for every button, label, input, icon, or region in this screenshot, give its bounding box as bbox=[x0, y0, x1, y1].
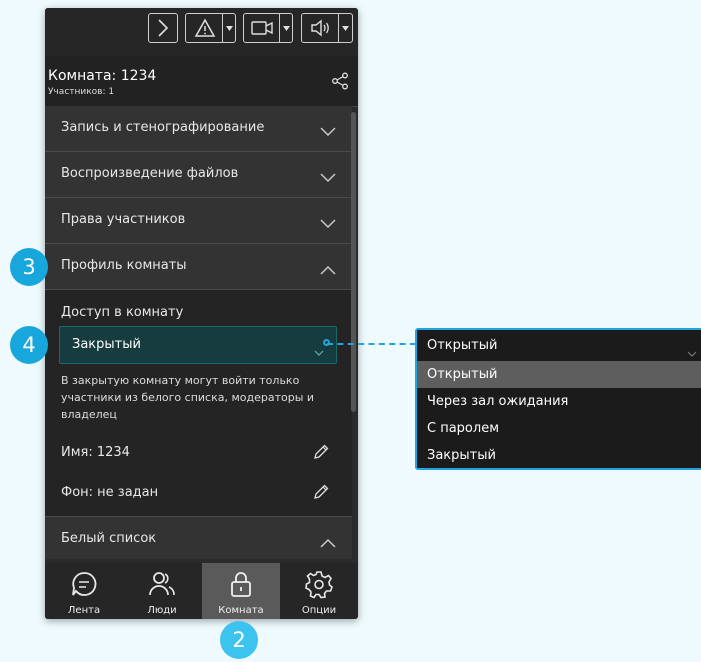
section-participant-rights[interactable]: Права участников bbox=[45, 198, 352, 244]
people-icon bbox=[123, 569, 201, 599]
access-dropdown[interactable]: Открытый Открытый Через зал ожидания С п… bbox=[415, 328, 701, 470]
option-label: Закрытый bbox=[427, 448, 496, 463]
nav-label: Люди bbox=[147, 605, 177, 616]
dropdown-option-password[interactable]: С паролем bbox=[417, 415, 701, 442]
chevron-up-icon bbox=[320, 533, 336, 552]
option-label: С паролем bbox=[427, 421, 499, 436]
room-background: Фон: не задан bbox=[61, 485, 159, 500]
speaker-button[interactable] bbox=[301, 13, 353, 43]
section-file-playback[interactable]: Воспроизведение файлов bbox=[45, 152, 352, 198]
section-label: Воспроизведение файлов bbox=[61, 166, 239, 181]
room-name: Имя: 1234 bbox=[61, 445, 130, 460]
bottom-nav: Лента Люди Комната Опции bbox=[45, 563, 358, 619]
chevron-up-icon bbox=[320, 260, 336, 279]
callout-badge-3: 3 bbox=[10, 248, 48, 286]
speaker-icon bbox=[310, 19, 332, 37]
warning-button[interactable] bbox=[185, 13, 236, 43]
callout-badge-4: 4 bbox=[10, 326, 48, 364]
settings-scroll[interactable]: Запись и стенографирование Воспроизведен… bbox=[45, 106, 358, 559]
dropdown-selected: Открытый bbox=[427, 338, 498, 353]
section-label: Права участников bbox=[61, 212, 186, 227]
section-white-list[interactable]: Белый список bbox=[45, 516, 352, 559]
access-select[interactable]: Закрытый bbox=[59, 326, 337, 364]
section-label: Белый список bbox=[61, 531, 157, 546]
warning-icon bbox=[194, 18, 216, 38]
edit-name-icon[interactable] bbox=[312, 443, 330, 465]
nav-feed[interactable]: Лента bbox=[45, 563, 123, 619]
connector-line bbox=[327, 343, 416, 345]
warning-caret[interactable] bbox=[222, 14, 235, 42]
nav-people[interactable]: Люди bbox=[123, 563, 201, 619]
camera-caret[interactable] bbox=[279, 14, 292, 42]
nav-label: Комната bbox=[218, 605, 264, 616]
dropdown-option-closed[interactable]: Закрытый bbox=[417, 442, 701, 468]
dropdown-header[interactable]: Открытый bbox=[417, 330, 701, 361]
section-room-profile[interactable]: Профиль комнаты bbox=[45, 244, 352, 290]
option-label: Открытый bbox=[427, 367, 498, 382]
chevron-down-icon bbox=[320, 214, 336, 233]
lock-icon bbox=[202, 569, 280, 599]
section-label: Запись и стенографирование bbox=[61, 120, 265, 135]
gear-icon bbox=[280, 569, 358, 599]
chevron-down-icon bbox=[320, 122, 336, 141]
edit-background-icon[interactable] bbox=[312, 483, 330, 505]
option-label: Через зал ожидания bbox=[427, 394, 569, 409]
room-title: Комната: 1234 bbox=[48, 68, 157, 84]
nav-options[interactable]: Опции bbox=[280, 563, 358, 619]
room-panel: Комната: 1234 Участников: 1 Запись и сте… bbox=[45, 8, 358, 619]
chevron-down-icon bbox=[687, 342, 697, 361]
top-toolbar bbox=[45, 8, 358, 56]
nav-label: Опции bbox=[301, 605, 337, 616]
camera-button[interactable] bbox=[243, 13, 293, 43]
participants-count: Участников: 1 bbox=[48, 87, 115, 97]
scrollbar-thumb[interactable] bbox=[351, 112, 356, 412]
share-icon[interactable] bbox=[331, 72, 349, 94]
section-label: Профиль комнаты bbox=[61, 258, 187, 273]
nav-label: Лента bbox=[67, 605, 101, 616]
access-description: В закрытую комнату могут войти только уч… bbox=[61, 374, 315, 421]
access-select-value: Закрытый bbox=[72, 337, 141, 352]
callout-badge-2: 2 bbox=[220, 621, 258, 659]
speaker-caret[interactable] bbox=[338, 14, 352, 42]
camera-icon bbox=[251, 20, 273, 36]
chevron-right-icon bbox=[157, 18, 169, 38]
chevron-down-icon bbox=[320, 168, 336, 187]
room-header: Комната: 1234 Участников: 1 bbox=[45, 56, 358, 107]
dropdown-option-waiting-room[interactable]: Через зал ожидания bbox=[417, 388, 701, 415]
access-label: Доступ в комнату bbox=[61, 305, 184, 320]
dropdown-option-open[interactable]: Открытый bbox=[417, 361, 701, 388]
nav-room[interactable]: Комната bbox=[202, 563, 280, 619]
section-recording[interactable]: Запись и стенографирование bbox=[45, 106, 352, 152]
chat-icon bbox=[45, 569, 123, 599]
expand-button[interactable] bbox=[148, 13, 178, 43]
